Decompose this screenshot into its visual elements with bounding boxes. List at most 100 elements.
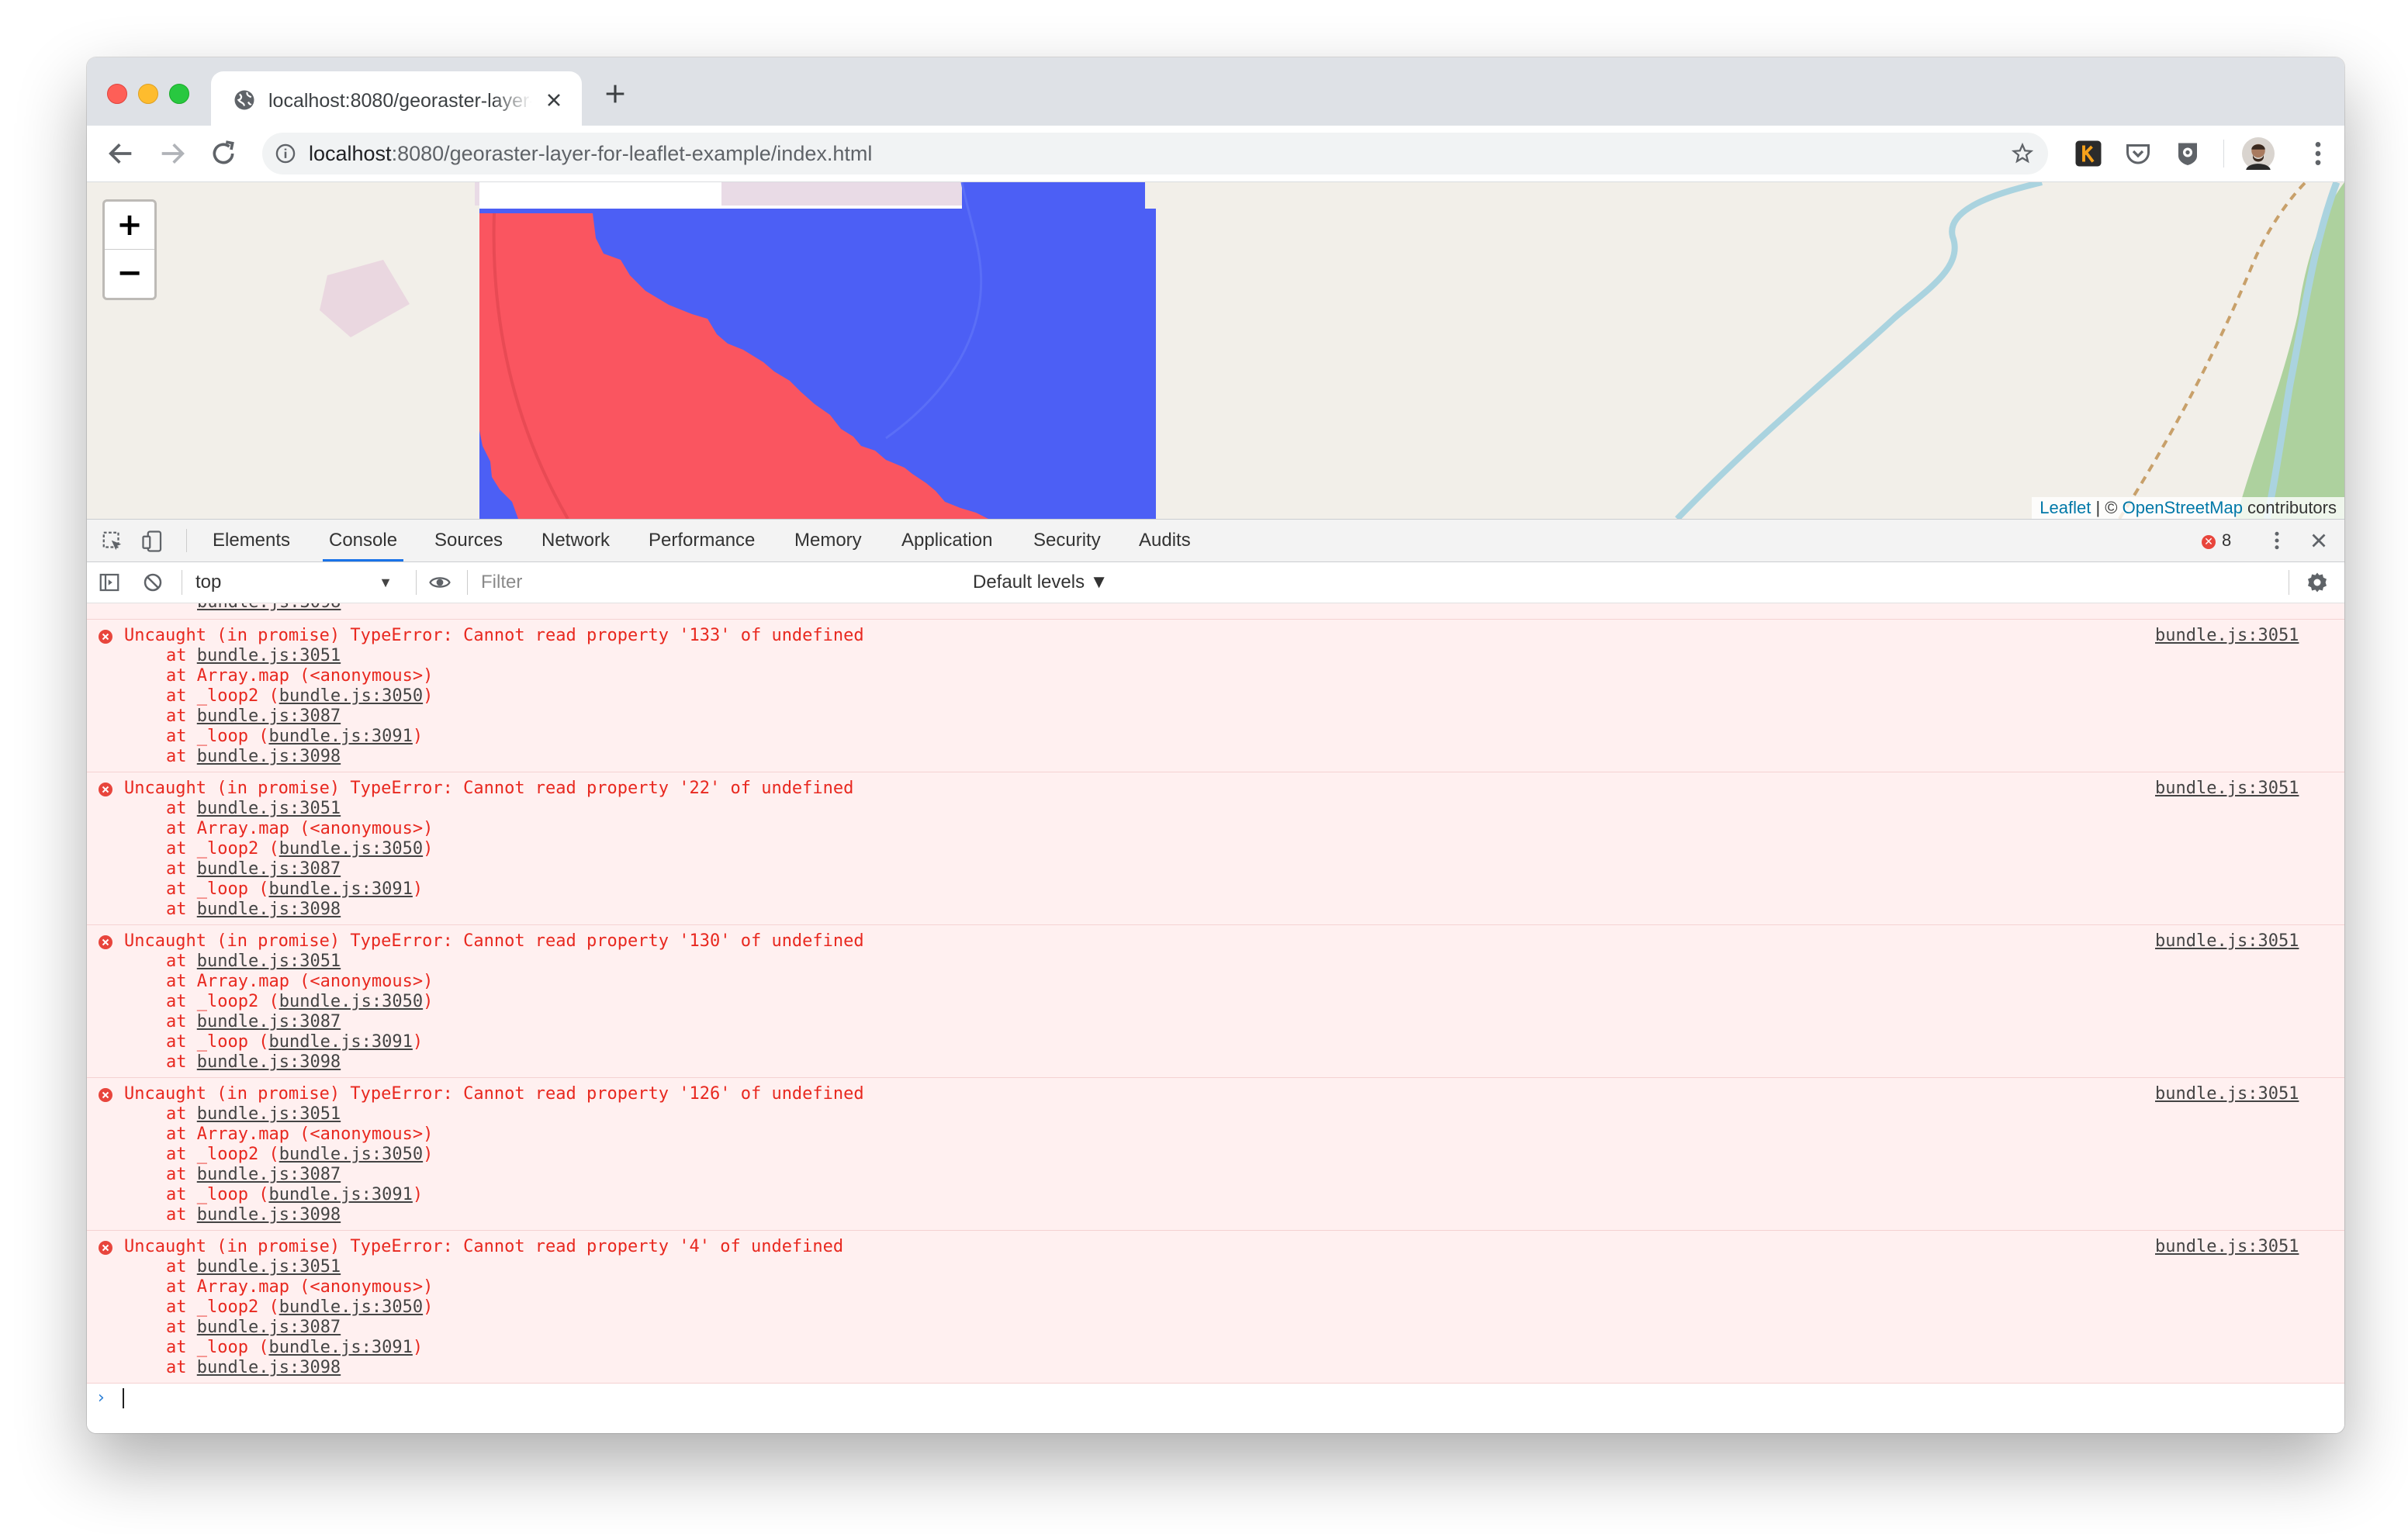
frame-prefix: at _loop2 ( xyxy=(166,686,279,706)
stack-link[interactable]: bundle.js:3050 xyxy=(279,1145,423,1164)
leaflet-map[interactable]: + − Leaflet | © OpenStreetMap contributo… xyxy=(87,182,2344,519)
stack-link[interactable]: bundle.js:3087 xyxy=(197,859,341,879)
maximize-window-button[interactable] xyxy=(169,84,189,104)
frame-suffix: ) xyxy=(423,686,434,706)
tab-network[interactable]: Network xyxy=(541,520,610,561)
console-error-message[interactable]: Uncaught (in promise) TypeError: Cannot … xyxy=(87,1231,2344,1384)
back-arrow-icon[interactable] xyxy=(106,138,137,169)
stack-link[interactable]: bundle.js:3051 xyxy=(197,1257,341,1277)
close-icon[interactable] xyxy=(543,89,565,111)
forward-arrow-icon[interactable] xyxy=(157,138,188,169)
clear-console-icon[interactable] xyxy=(141,571,164,594)
inspect-element-icon[interactable] xyxy=(101,530,124,553)
stack-link[interactable]: bundle.js:3087 xyxy=(197,1165,341,1184)
stack-link[interactable]: bundle.js:3098 xyxy=(197,1205,341,1225)
frame-suffix: ) xyxy=(412,1185,424,1204)
console-output[interactable]: bundle.js:3098 Uncaught (in promise) Typ… xyxy=(87,603,2344,1433)
error-counter[interactable]: ✕ 8 xyxy=(2202,520,2231,561)
source-link[interactable]: bundle.js:3051 xyxy=(2155,1084,2299,1104)
stack-link[interactable]: bundle.js:3051 xyxy=(197,1104,341,1124)
stack-frame: at bundle.js:3098 xyxy=(166,900,2344,920)
privacy-badger-icon[interactable] xyxy=(2174,140,2202,168)
error-icon xyxy=(99,1241,112,1255)
console-error-message[interactable]: Uncaught (in promise) TypeError: Cannot … xyxy=(87,1078,2344,1231)
prompt-chevron-icon: › xyxy=(98,1388,105,1408)
frame-prefix: at xyxy=(166,1257,197,1277)
stack-link[interactable]: bundle.js:3087 xyxy=(197,707,341,726)
avatar[interactable] xyxy=(2242,137,2275,170)
close-window-button[interactable] xyxy=(107,84,127,104)
console-error-message[interactable]: Uncaught (in promise) TypeError: Cannot … xyxy=(87,772,2344,925)
stack-link[interactable]: bundle.js:3050 xyxy=(279,992,423,1011)
chrome-menu-icon[interactable] xyxy=(2302,138,2334,169)
tab-security[interactable]: Security xyxy=(1033,520,1101,561)
bookmark-star-icon[interactable] xyxy=(2011,142,2034,165)
close-devtools-icon[interactable] xyxy=(2307,529,2330,552)
stack-link[interactable]: bundle.js:3050 xyxy=(279,839,423,859)
sidebar-toggle-icon[interactable] xyxy=(98,571,121,594)
device-toolbar-icon[interactable] xyxy=(141,530,164,553)
devtools-menu-icon[interactable] xyxy=(2265,529,2289,552)
source-link[interactable]: bundle.js:3051 xyxy=(2155,779,2299,799)
stack-link[interactable]: bundle.js:3098 xyxy=(197,1052,341,1072)
stack-frame: at Array.map (<anonymous>) xyxy=(166,1277,2344,1297)
frame-prefix: at xyxy=(166,1205,197,1225)
error-icon: ✕ xyxy=(2202,535,2216,549)
stack-frame: at _loop (bundle.js:3091) xyxy=(166,879,2344,900)
stack-link[interactable]: bundle.js:3091 xyxy=(268,879,412,899)
tab-application[interactable]: Application xyxy=(901,520,992,561)
stack-link[interactable]: bundle.js:3091 xyxy=(268,727,412,746)
filter-input[interactable] xyxy=(475,569,965,596)
frame-suffix: ) xyxy=(423,992,434,1011)
console-prompt[interactable]: › xyxy=(87,1384,2344,1411)
context-selector[interactable]: top ▼ xyxy=(195,568,400,596)
console-error-message[interactable]: Uncaught (in promise) TypeError: Cannot … xyxy=(87,620,2344,772)
tab-audits[interactable]: Audits xyxy=(1139,520,1191,561)
map-attribution: Leaflet | © OpenStreetMap contributors xyxy=(2032,497,2344,519)
stack-link[interactable]: bundle.js:3091 xyxy=(268,1338,412,1357)
source-link[interactable]: bundle.js:3051 xyxy=(2155,931,2299,952)
stack-link[interactable]: bundle.js:3051 xyxy=(197,799,341,818)
stack-link[interactable]: bundle.js:3087 xyxy=(197,1012,341,1031)
zoom-control: + − xyxy=(102,199,157,300)
tab-memory[interactable]: Memory xyxy=(794,520,862,561)
source-link[interactable]: bundle.js:3051 xyxy=(2155,1237,2299,1257)
stack-link[interactable]: bundle.js:3051 xyxy=(197,952,341,971)
stack-link[interactable]: bundle.js:3098 xyxy=(197,747,341,766)
tab-elements[interactable]: Elements xyxy=(213,520,290,561)
leaflet-link[interactable]: Leaflet xyxy=(2040,498,2091,517)
source-link[interactable]: bundle.js:3051 xyxy=(2155,626,2299,646)
reload-icon[interactable] xyxy=(208,138,239,169)
stack-link[interactable]: bundle.js:3050 xyxy=(279,686,423,706)
frame-suffix: ) xyxy=(423,1297,434,1317)
pocket-icon[interactable] xyxy=(2124,140,2152,168)
log-levels-dropdown[interactable]: Default levels ▼ xyxy=(973,562,1109,603)
stack-link[interactable]: bundle.js:3050 xyxy=(279,1297,423,1317)
minimize-window-button[interactable] xyxy=(138,84,158,104)
stack-link[interactable]: bundle.js:3098 xyxy=(197,603,341,612)
stack-link[interactable]: bundle.js:3087 xyxy=(197,1318,341,1337)
openstreetmap-link[interactable]: OpenStreetMap xyxy=(2123,498,2243,517)
frame-prefix: at xyxy=(166,1012,197,1031)
tab-performance[interactable]: Performance xyxy=(649,520,755,561)
gear-icon[interactable] xyxy=(2306,571,2329,594)
keeper-extension-icon[interactable] xyxy=(2074,140,2102,168)
stack-link[interactable]: bundle.js:3098 xyxy=(197,900,341,919)
zoom-out-button[interactable]: − xyxy=(105,250,154,297)
new-tab-icon[interactable] xyxy=(602,81,628,107)
zoom-in-button[interactable]: + xyxy=(105,202,154,250)
address-bar[interactable]: localhost:8080/georaster-layer-for-leafl… xyxy=(262,133,2048,174)
console-error-message[interactable]: Uncaught (in promise) TypeError: Cannot … xyxy=(87,925,2344,1078)
stack-link[interactable]: bundle.js:3091 xyxy=(268,1032,412,1052)
stack-link[interactable]: bundle.js:3091 xyxy=(268,1185,412,1204)
stack-frame: at bundle.js:3051 xyxy=(166,1257,2344,1277)
frame-prefix: at xyxy=(166,1052,197,1072)
stack-link[interactable]: bundle.js:3098 xyxy=(197,1358,341,1377)
tab-sources[interactable]: Sources xyxy=(434,520,503,561)
info-icon[interactable] xyxy=(275,143,296,164)
tab-console[interactable]: Console xyxy=(322,520,404,561)
eye-icon[interactable] xyxy=(428,571,452,594)
stack-link[interactable]: bundle.js:3051 xyxy=(197,646,341,665)
stack-frame: at _loop (bundle.js:3091) xyxy=(166,727,2344,747)
browser-tab[interactable]: localhost:8080/georaster-layer-for-leafl… xyxy=(211,71,582,126)
